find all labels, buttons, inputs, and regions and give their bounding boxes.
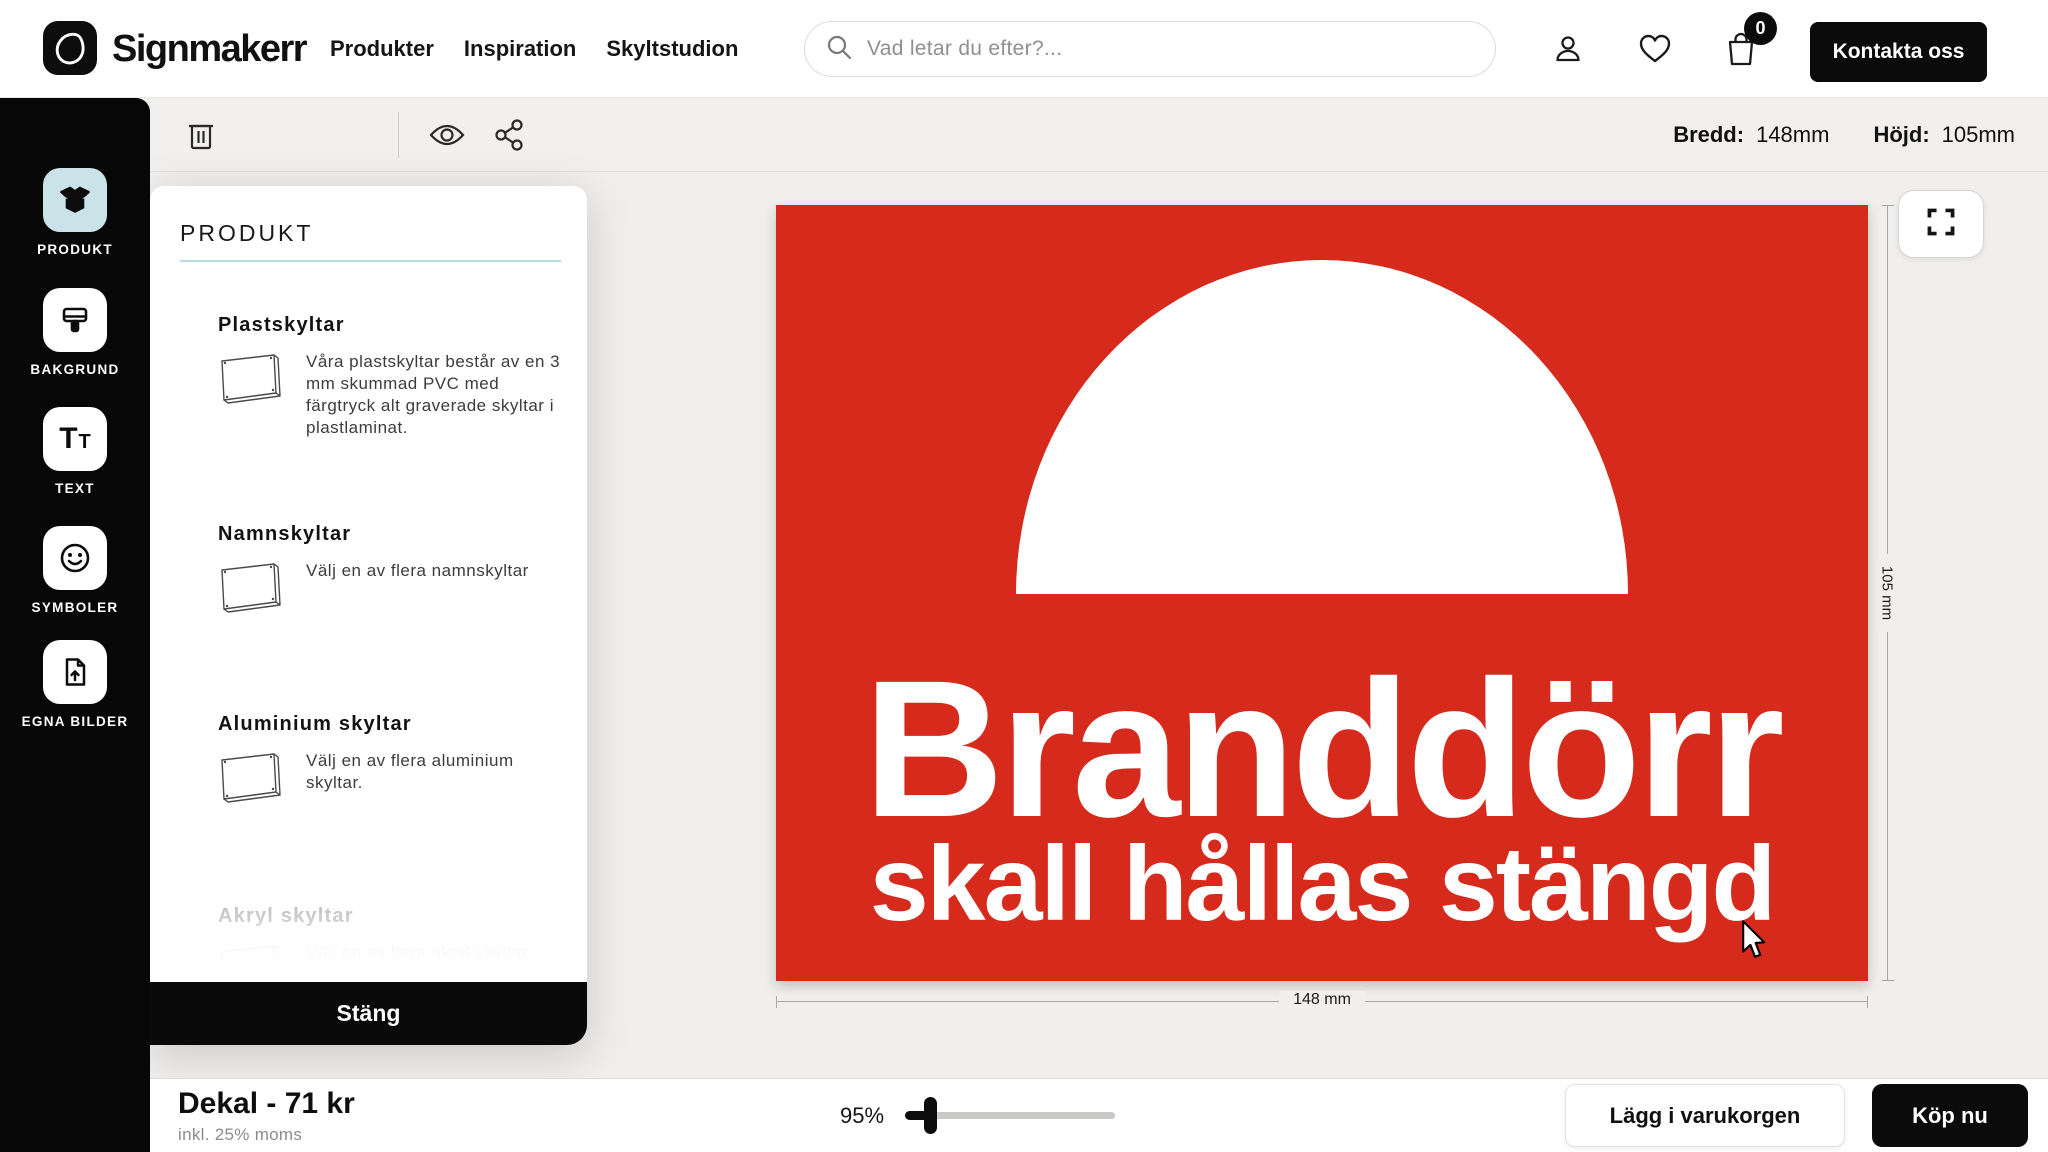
product-option-namnskyltar[interactable]: Namnskyltar Välj en av flera namnskyltar	[180, 523, 561, 619]
product-option-aluminium-skyltar[interactable]: Aluminium skyltar Välj en av flera alumi…	[180, 713, 561, 809]
product-option-description: Våra plastskyltar består av en 3 mm skum…	[306, 351, 561, 439]
sidebar-item-label: BAKGRUND	[0, 362, 150, 377]
sidebar-item-label: SYMBOLER	[0, 600, 150, 615]
width-value: 148mm	[1756, 122, 1829, 148]
panel-title-underline	[180, 260, 561, 262]
sidebar-item-label: EGNA BILDER	[0, 714, 150, 729]
smiley-icon	[43, 526, 107, 590]
add-to-cart-button[interactable]: Lägg i varukorgen	[1565, 1084, 1845, 1147]
image-upload-icon	[43, 640, 107, 704]
preview-eye-icon[interactable]	[428, 98, 466, 172]
product-option-plastskyltar[interactable]: Plastskyltar Våra plastskyltar består av…	[180, 314, 561, 439]
buy-now-button[interactable]: Köp nu	[1872, 1084, 2028, 1147]
search-bar[interactable]	[804, 21, 1496, 77]
main-nav: Produkter Inspiration Skyltstudion	[330, 0, 738, 98]
toolbar-divider	[398, 112, 399, 158]
height-value: 105mm	[1942, 122, 2015, 148]
studio-sidebar: PRODUKT BAKGRUND TT TEXT SYMBOLER EGNA B…	[0, 98, 150, 1152]
product-option-title: Aluminium skyltar	[218, 713, 561, 736]
width-label: Bredd:	[1673, 122, 1744, 148]
sign-dimensions-readout: Bredd: 148mm Höjd: 105mm	[1673, 98, 2015, 172]
zoom-slider-thumb[interactable]	[924, 1097, 937, 1134]
sidebar-item-symboler[interactable]: SYMBOLER	[0, 526, 150, 615]
account-icon[interactable]	[1551, 0, 1585, 98]
sign-dome-symbol[interactable]	[1016, 260, 1628, 594]
editor-toolbar: Bredd: 148mm Höjd: 105mm	[150, 98, 2048, 172]
zoom-slider[interactable]	[905, 1112, 1115, 1120]
sidebar-item-bakgrund[interactable]: BAKGRUND	[0, 288, 150, 377]
fullscreen-expand-icon	[1925, 206, 1957, 243]
product-option-akryl-skyltar[interactable]: Akryl skyltar Välj en av flera akryl sky…	[180, 905, 561, 982]
vat-note: inkl. 25% moms	[178, 1125, 302, 1145]
fullscreen-button[interactable]	[1898, 190, 1984, 258]
search-input[interactable]	[867, 37, 1475, 61]
delete-trash-icon[interactable]	[186, 98, 216, 172]
zoom-percentage: 95%	[840, 1079, 884, 1152]
sign-thumbnail-icon	[218, 351, 284, 410]
paint-icon	[43, 288, 107, 352]
share-icon[interactable]	[493, 98, 525, 172]
contact-button[interactable]: Kontakta oss	[1810, 22, 1987, 82]
signmaker-studio-page: Signmakerr Produkter Inspiration Skyltst…	[0, 0, 2048, 1152]
product-option-description: Välj en av flera akryl skyltar.	[306, 942, 561, 964]
favorites-heart-icon[interactable]	[1637, 0, 1673, 98]
width-dimension-label: 148 mm	[1279, 991, 1365, 1009]
text-icon: TT	[43, 407, 107, 471]
product-option-title: Akryl skyltar	[218, 905, 561, 928]
product-option-title: Namnskyltar	[218, 523, 561, 546]
sidebar-item-produkt[interactable]: PRODUKT	[0, 168, 150, 257]
nav-skyltstudion[interactable]: Skyltstudion	[606, 36, 738, 62]
sign-canvas[interactable]: Branddörr skall hållas stängd	[776, 205, 1868, 981]
nav-inspiration[interactable]: Inspiration	[464, 36, 576, 62]
product-panel: PRODUKT Plastskyltar Våra plastskyltar b…	[150, 186, 587, 1045]
product-option-description: Välj en av flera namnskyltar	[306, 560, 561, 582]
footer-bar: Dekal - 71 kr inkl. 25% moms 95% Lägg i …	[150, 1078, 2048, 1152]
product-option-title: Plastskyltar	[218, 314, 561, 337]
sidebar-item-egna-bilder[interactable]: EGNA BILDER	[0, 640, 150, 729]
height-dimension-label: 105 mm	[1879, 554, 1896, 632]
sign-thumbnail-icon	[218, 942, 284, 982]
cart-count-badge: 0	[1744, 12, 1777, 45]
nav-produkter[interactable]: Produkter	[330, 36, 434, 62]
sign-text-line1[interactable]: Branddörr	[776, 652, 1868, 847]
sidebar-item-text[interactable]: TT TEXT	[0, 407, 150, 496]
product-option-description: Välj en av flera aluminium skyltar.	[306, 750, 561, 794]
sidebar-item-label: PRODUKT	[0, 242, 150, 257]
sign-thumbnail-icon	[218, 750, 284, 809]
search-icon	[825, 33, 853, 66]
brand-name[interactable]: Signmakerr	[112, 0, 306, 98]
header: Signmakerr Produkter Inspiration Skyltst…	[0, 0, 2048, 98]
brand-logo-icon[interactable]	[43, 21, 97, 75]
product-panel-body: PRODUKT Plastskyltar Våra plastskyltar b…	[150, 186, 587, 982]
box-icon	[43, 168, 107, 232]
sign-text-line2[interactable]: skall hållas stängd	[776, 831, 1868, 937]
height-label: Höjd:	[1873, 122, 1929, 148]
sign-thumbnail-icon	[218, 560, 284, 619]
product-price: Dekal - 71 kr	[178, 1087, 355, 1121]
sidebar-item-label: TEXT	[0, 481, 150, 496]
close-panel-button[interactable]: Stäng	[150, 982, 587, 1045]
panel-title: PRODUKT	[180, 220, 561, 247]
